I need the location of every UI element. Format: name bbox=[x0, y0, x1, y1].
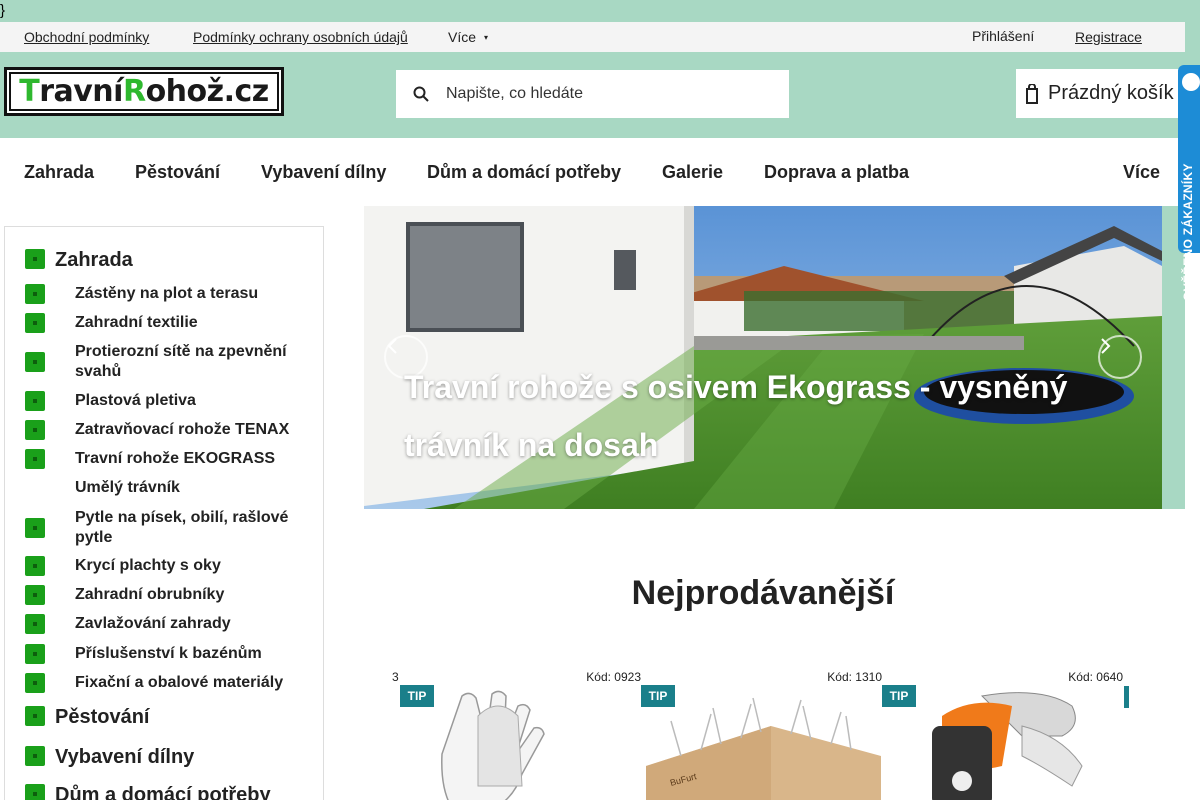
bestsellers-heading: Nejprodávanější bbox=[631, 574, 895, 612]
main-nav: Zahrada Pěstování Vybavení dílny Dům a d… bbox=[0, 138, 1185, 206]
cart-icon bbox=[1026, 83, 1038, 104]
category-label: Pěstování bbox=[55, 706, 150, 728]
topbar-more-menu[interactable]: Více ▾ bbox=[448, 29, 488, 45]
category-dum[interactable]: Dům a domácí potřeby bbox=[25, 784, 271, 800]
login-link[interactable]: Přihlášení bbox=[972, 28, 1034, 44]
product-image-gloves bbox=[441, 690, 545, 800]
subcategory-label: Zástěny na plot a terasu bbox=[75, 285, 259, 302]
subcategory-item[interactable]: Plastová pletiva bbox=[25, 391, 305, 411]
subcategory-item[interactable]: Zahradní textilie bbox=[25, 313, 305, 333]
category-bullet-icon bbox=[25, 784, 45, 800]
register-link[interactable]: Registrace bbox=[1075, 29, 1142, 45]
tip-badge: TIP bbox=[882, 685, 916, 707]
nav-item-galerie[interactable]: Galerie bbox=[662, 162, 723, 183]
chevron-left-icon bbox=[387, 338, 397, 354]
cart-button[interactable]: Prázdný košík bbox=[1016, 69, 1200, 118]
subcategory-item[interactable]: Zatravňovací rohože TENAX bbox=[25, 420, 305, 440]
search-box bbox=[396, 70, 789, 118]
nav-item-vybaveni-dilny[interactable]: Vybavení dílny bbox=[261, 162, 386, 183]
category-bullet-icon bbox=[25, 746, 45, 766]
category-bullet-icon bbox=[25, 284, 45, 304]
category-bullet-icon bbox=[25, 706, 45, 726]
product-code: Kód: 0640 bbox=[1068, 670, 1123, 684]
product-card[interactable]: Kód: 0640 TIP bbox=[882, 668, 1123, 800]
cart-label: Prázdný košík bbox=[1048, 82, 1174, 104]
subcategory-item[interactable]: Pytle na písek, obilí, rašlové pytle bbox=[25, 508, 305, 548]
site-logo[interactable]: Travní Rohož.cz bbox=[4, 67, 284, 116]
category-pestovani[interactable]: Pěstování bbox=[25, 706, 149, 728]
product-code-partial: 3 bbox=[392, 670, 399, 684]
topbar-more-label: Více bbox=[448, 29, 477, 45]
hero-banner[interactable]: Travní rohože s osivem Ekograss - vysněn… bbox=[364, 206, 1162, 509]
privacy-link[interactable]: Podmínky ochrany osobních údajů bbox=[193, 29, 408, 45]
subcategory-label: Plastová pletiva bbox=[75, 392, 196, 409]
category-label: Vybavení dílny bbox=[55, 746, 195, 768]
category-bullet-icon bbox=[25, 313, 45, 333]
subcategory-label: Příslušenství k bazénům bbox=[75, 645, 262, 662]
tip-badge: TIP bbox=[641, 685, 675, 707]
search-input[interactable] bbox=[446, 85, 766, 103]
subcategory-item[interactable]: Příslušenství k bazénům bbox=[25, 644, 305, 664]
category-bullet-icon bbox=[25, 420, 45, 440]
nav-item-doprava[interactable]: Doprava a platba bbox=[764, 162, 909, 183]
subcategory-label: Pytle na písek, obilí, rašlové pytle bbox=[75, 509, 289, 546]
category-bullet-icon bbox=[25, 556, 45, 576]
category-bullet-icon bbox=[25, 449, 45, 469]
category-bullet-icon bbox=[25, 614, 45, 634]
header: TravníRohož.cz Prázdný košík bbox=[0, 52, 1200, 138]
chevron-down-icon: ▾ bbox=[484, 33, 489, 42]
verified-customers-badge[interactable]: OVĚŘENO ZÁKAZNÍKY bbox=[1178, 65, 1200, 301]
tip-badge: TIP bbox=[400, 685, 434, 707]
product-card[interactable]: Kód: 1310 BuFurt TIP bbox=[641, 668, 882, 800]
subcategory-item[interactable]: Zástěny na plot a terasu bbox=[25, 284, 305, 304]
subcategory-label: Fixační a obalové materiály bbox=[75, 674, 284, 691]
terms-link[interactable]: Obchodní podmínky bbox=[24, 29, 149, 45]
nav-more[interactable]: Více bbox=[1123, 162, 1160, 183]
subcategory-label: Zahradní obrubníky bbox=[75, 586, 225, 603]
chevron-right-icon bbox=[1101, 338, 1111, 354]
subcategory-item[interactable]: Umělý trávník bbox=[25, 478, 305, 498]
subcategory-label: Travní rohože EKOGRASS bbox=[75, 450, 276, 467]
category-zahrada[interactable]: Zahrada bbox=[25, 249, 133, 271]
subcategory-item[interactable]: Krycí plachty s oky bbox=[25, 556, 305, 576]
verified-badge-label: OVĚŘENO ZÁKAZNÍKY bbox=[1181, 163, 1195, 301]
product-image-bird-spikes: BuFurt bbox=[646, 697, 881, 800]
subcategory-label: Umělý trávník bbox=[75, 479, 180, 496]
subcategory-label: Zahradní textilie bbox=[75, 314, 198, 331]
subcategory-item[interactable]: Travní rohože EKOGRASS bbox=[25, 449, 305, 469]
product-image-sprinkler bbox=[932, 692, 1083, 800]
search-icon[interactable] bbox=[396, 86, 446, 102]
subcategory-item[interactable]: Protierozní sítě na zpevnění svahů bbox=[25, 342, 305, 382]
subcategory-item[interactable]: Zavlažování zahrady bbox=[25, 614, 305, 634]
product-code: Kód: 0923 bbox=[586, 670, 641, 684]
nav-item-zahrada[interactable]: Zahrada bbox=[24, 162, 94, 183]
category-bullet-icon bbox=[25, 644, 45, 664]
category-vybaveni-dilny[interactable]: Vybavení dílny bbox=[25, 746, 194, 768]
category-bullet-icon bbox=[25, 673, 45, 693]
nav-item-dum[interactable]: Dům a domácí potřeby bbox=[427, 162, 621, 183]
category-bullet-icon bbox=[25, 585, 45, 605]
subcategory-label: Krycí plachty s oky bbox=[75, 557, 221, 574]
subcategory-label: Zatravňovací rohože TENAX bbox=[75, 421, 290, 438]
next-tip-badge-edge bbox=[1124, 686, 1129, 708]
category-bullet-icon bbox=[25, 518, 45, 538]
category-bullet-icon bbox=[25, 249, 45, 269]
nav-item-pestovani[interactable]: Pěstování bbox=[135, 162, 220, 183]
category-sidebar: Zahrada Zástěny na plot a terasu Zahradn… bbox=[4, 226, 324, 800]
site-logo-text: Travní Rohož.cz bbox=[9, 72, 279, 111]
subcategory-item[interactable]: Fixační a obalové materiály bbox=[25, 673, 305, 693]
category-bullet-icon bbox=[25, 391, 45, 411]
verified-seal-icon bbox=[1180, 71, 1200, 93]
subcategory-label: Protierozní sítě na zpevnění svahů bbox=[75, 343, 287, 380]
category-label: Dům a domácí potřeby bbox=[55, 784, 271, 800]
hero-caption: Travní rohože s osivem Ekograss - vysněn… bbox=[404, 369, 1068, 463]
category-bullet-icon bbox=[25, 352, 45, 372]
category-label: Zahrada bbox=[55, 249, 133, 271]
subcategory-label: Zavlažování zahrady bbox=[75, 615, 231, 632]
stray-brace-text: } bbox=[0, 2, 6, 19]
product-card[interactable]: Kód: 0923 TIP bbox=[400, 668, 641, 800]
product-code: Kód: 1310 bbox=[827, 670, 882, 684]
subcategory-item[interactable]: Zahradní obrubníky bbox=[25, 585, 305, 605]
top-bar: Obchodní podmínky Podmínky ochrany osobn… bbox=[0, 22, 1185, 52]
